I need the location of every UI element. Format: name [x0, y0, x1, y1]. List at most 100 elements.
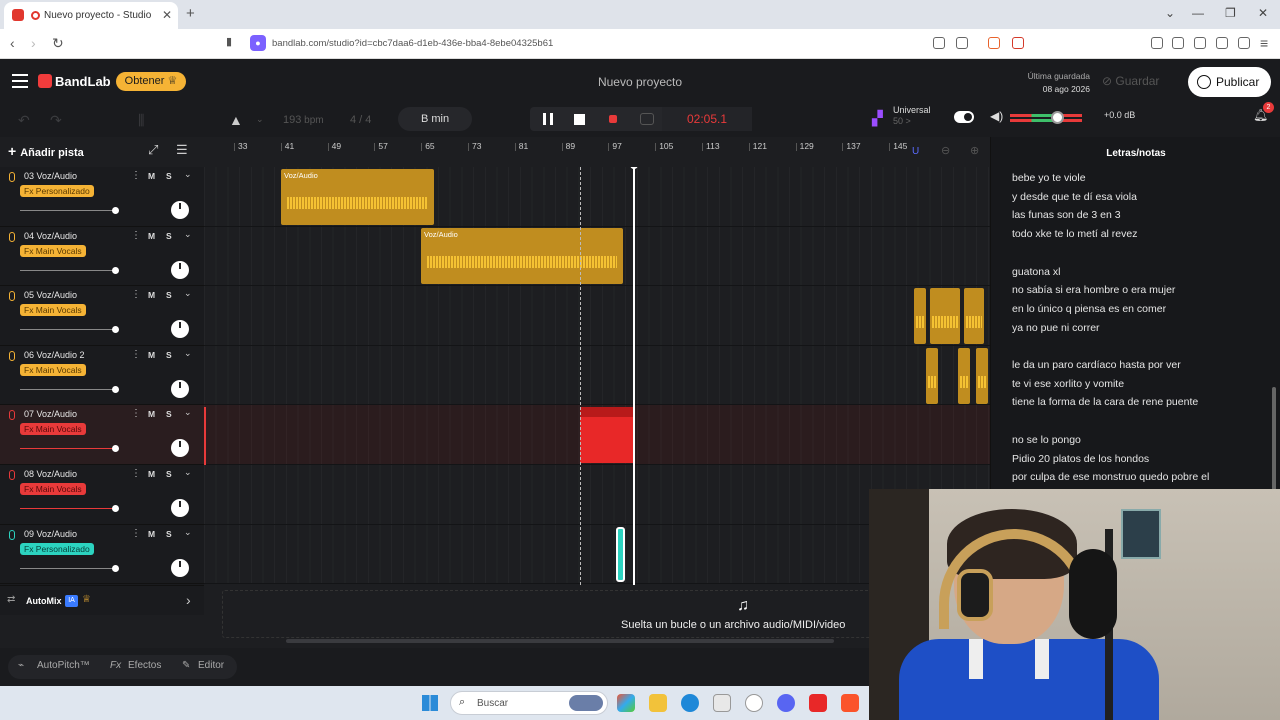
track-row[interactable]: 05 Voz/Audio Fx Main Vocals ⋮ M S ⌄ — [0, 286, 204, 346]
track-settings-icon[interactable]: ☰ — [176, 142, 188, 157]
track-fx-badge[interactable]: Fx Main Vocals — [20, 363, 86, 376]
audio-clip[interactable] — [914, 288, 926, 344]
brave-shield-icon[interactable] — [988, 37, 1000, 49]
more-options-icon[interactable]: ⋮ — [131, 230, 141, 241]
more-options-icon[interactable]: ⋮ — [131, 408, 141, 419]
key-selector[interactable]: B min — [398, 107, 472, 131]
recording-clip[interactable] — [580, 407, 634, 463]
universal-preset[interactable]: Universal 50 > — [893, 105, 931, 127]
audio-clip[interactable] — [926, 348, 938, 404]
more-options-icon[interactable]: ⋮ — [131, 170, 141, 181]
microphone-icon[interactable] — [9, 470, 15, 480]
bookmark-icon[interactable]: ▮ — [226, 35, 232, 48]
drop-zone[interactable]: ♫ Suelta un bucle o un archivo audio/MID… — [222, 590, 872, 638]
mute-button[interactable]: M — [148, 529, 155, 539]
mute-button[interactable]: M — [148, 231, 155, 241]
chevron-down-icon[interactable]: ⌄ — [184, 229, 192, 240]
playhead[interactable] — [630, 167, 638, 585]
reader-icon[interactable] — [933, 37, 945, 49]
chevron-down-icon[interactable]: ⌄ — [184, 407, 192, 418]
audio-clip[interactable]: Voz/Audio — [281, 169, 434, 225]
reload-icon[interactable]: ↻ — [52, 35, 64, 52]
lyrics-scrollbar[interactable] — [1272, 387, 1276, 497]
track-lane[interactable] — [204, 345, 990, 406]
volume-knob[interactable] — [1051, 111, 1064, 124]
track-name[interactable]: 09 Voz/Audio — [24, 529, 77, 539]
automix-row[interactable]: ⇄ AutoMix IA ♕ › — [0, 585, 204, 615]
undo-icon[interactable]: ↶ — [18, 112, 30, 129]
edge-icon[interactable] — [681, 694, 699, 712]
brave-rewards-icon[interactable] — [1012, 37, 1024, 49]
chevron-down-icon[interactable]: ⌄ — [184, 288, 192, 299]
chevron-right-icon[interactable]: › — [186, 592, 191, 608]
favorites-icon[interactable] — [1216, 37, 1228, 49]
mute-button[interactable]: M — [148, 290, 155, 300]
minimize-button[interactable]: — — [1192, 6, 1204, 20]
loop-button[interactable] — [640, 113, 654, 125]
track-row[interactable]: 07 Voz/Audio Fx Main Vocals ⋮ M S ⌄ — [0, 405, 204, 465]
chevron-down-icon[interactable]: ⌄ — [184, 467, 192, 478]
discord-icon[interactable] — [777, 694, 795, 712]
microphone-icon[interactable] — [9, 529, 15, 540]
track-volume-slider[interactable] — [20, 445, 119, 453]
track-name[interactable]: 04 Voz/Audio — [24, 231, 77, 241]
metronome-icon[interactable]: ▲ — [229, 112, 243, 128]
chevron-down-icon[interactable]: ⌄ — [184, 527, 192, 538]
track-name[interactable]: 03 Voz/Audio — [24, 171, 77, 181]
audio-clip[interactable] — [958, 348, 970, 404]
track-fx-badge[interactable]: Fx Personalizado — [20, 185, 94, 197]
sidebar-icon[interactable] — [1172, 37, 1184, 49]
close-window-button[interactable]: ✕ — [1258, 6, 1268, 20]
master-volume-slider[interactable] — [1010, 110, 1082, 124]
publish-button[interactable]: Publicar — [1188, 67, 1271, 97]
store-icon[interactable] — [713, 694, 731, 712]
editor-button[interactable]: Editor — [198, 660, 224, 671]
windows-start-icon[interactable] — [422, 695, 438, 711]
track-row[interactable]: 06 Voz/Audio 2 Fx Main Vocals ⋮ M S ⌄ — [0, 346, 204, 406]
track-fx-badge[interactable]: Fx Main Vocals — [20, 483, 86, 495]
audio-clip[interactable] — [964, 288, 984, 344]
autopitch-button[interactable]: AutoPitch™ — [37, 660, 90, 671]
universal-preset-icon[interactable]: ▞ — [872, 110, 888, 128]
track-fx-badge[interactable]: Fx Main Vocals — [20, 244, 86, 257]
bandlab-app-icon[interactable] — [809, 694, 827, 712]
url-text[interactable]: bandlab.com/studio?id=cbc7daa6-d1eb-436e… — [272, 38, 553, 49]
zoom-in-icon[interactable]: ⊕ — [970, 144, 979, 157]
wallet-icon[interactable] — [1194, 37, 1206, 49]
track-volume-slider[interactable] — [20, 564, 119, 572]
audio-clip-small[interactable] — [616, 527, 625, 582]
snap-magnet-icon[interactable]: U — [912, 146, 922, 157]
pause-button[interactable] — [543, 113, 553, 125]
cast-icon[interactable] — [956, 37, 968, 49]
notifications-bell-icon[interactable]: 🔔︎ 2 — [1253, 102, 1274, 122]
mute-button[interactable]: M — [148, 350, 155, 360]
track-name[interactable]: 08 Voz/Audio — [24, 469, 77, 479]
track-volume-slider[interactable] — [20, 385, 119, 393]
forward-icon[interactable]: › — [31, 35, 36, 51]
more-options-icon[interactable]: ⋮ — [131, 289, 141, 300]
mute-button[interactable]: M — [148, 171, 155, 181]
maximize-button[interactable]: ❐ — [1225, 6, 1236, 20]
time-signature[interactable]: 4 / 4 — [350, 114, 371, 126]
track-fx-badge[interactable]: Fx Personalizado — [20, 542, 94, 555]
copilot-icon[interactable] — [617, 694, 635, 712]
back-icon[interactable]: ‹ — [10, 35, 15, 51]
loop-marker[interactable] — [580, 167, 581, 585]
effects-button[interactable]: Efectos — [128, 660, 161, 671]
chevron-down-icon[interactable]: ⌄ — [184, 169, 192, 180]
track-volume-slider[interactable] — [20, 326, 119, 334]
pan-knob[interactable] — [171, 201, 189, 219]
mute-button[interactable]: M — [148, 469, 155, 479]
browser-tab[interactable]: Nuevo proyecto - Studio ✕ — [4, 2, 178, 29]
microphone-icon[interactable] — [9, 410, 15, 421]
track-name[interactable]: 05 Voz/Audio — [24, 290, 77, 300]
track-name[interactable]: 07 Voz/Audio — [24, 409, 77, 419]
zoom-out-icon[interactable]: ⊖ — [941, 144, 950, 157]
more-options-icon[interactable]: ⋮ — [131, 528, 141, 539]
pan-knob[interactable] — [171, 558, 189, 577]
hamburger-menu-icon[interactable] — [12, 74, 28, 88]
pan-knob[interactable] — [171, 499, 189, 517]
solo-button[interactable]: S — [166, 231, 172, 241]
track-row[interactable]: 03 Voz/Audio Fx Personalizado ⋮ M S ⌄ — [0, 167, 204, 227]
tab-close-icon[interactable]: ✕ — [162, 8, 172, 22]
